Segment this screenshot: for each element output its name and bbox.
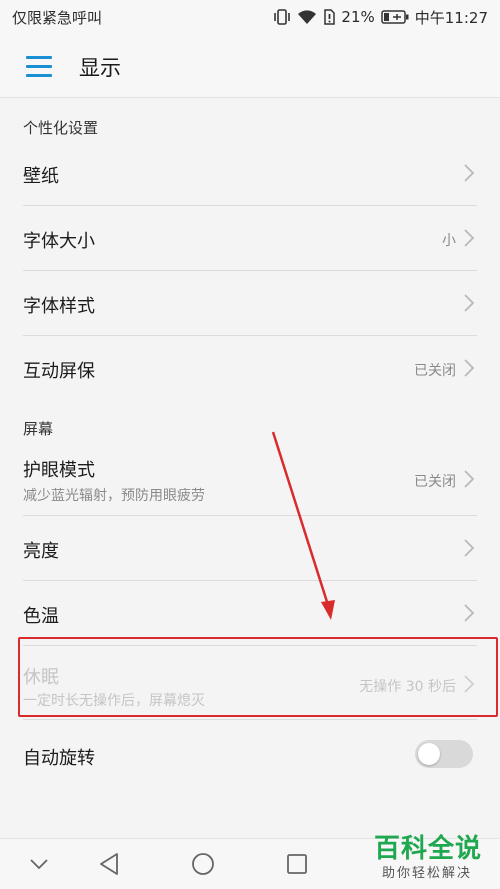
back-icon[interactable] bbox=[98, 852, 120, 876]
chevron-right-icon bbox=[464, 539, 475, 557]
page-title: 显示 bbox=[79, 56, 121, 80]
section-header-screen: 屏幕 bbox=[23, 420, 54, 438]
chevron-down-icon[interactable] bbox=[29, 858, 49, 870]
carrier-label: 仅限紧急呼叫 bbox=[12, 8, 103, 27]
recents-icon[interactable] bbox=[286, 853, 308, 875]
chevron-right-icon bbox=[464, 229, 475, 247]
brightness-title: 亮度 bbox=[23, 541, 59, 562]
battery-percent: 21% bbox=[341, 8, 375, 26]
wallpaper-title: 壁纸 bbox=[23, 166, 59, 187]
font-size-value: 小 bbox=[442, 233, 456, 249]
chevron-right-icon bbox=[464, 470, 475, 488]
menu-icon[interactable] bbox=[26, 56, 52, 78]
watermark-tagline: 助你轻松解决 bbox=[382, 866, 473, 881]
brightness-item[interactable]: 亮度 bbox=[0, 516, 500, 580]
chevron-right-icon bbox=[464, 294, 475, 312]
watermark-logo: 百科全说 bbox=[374, 834, 483, 864]
wallpaper-item[interactable]: 壁纸 bbox=[0, 141, 500, 205]
screensaver-value: 已关闭 bbox=[414, 363, 456, 379]
app-bar: 显示 bbox=[0, 34, 500, 98]
eye-comfort-subtitle: 减少蓝光辐射，预防用眼疲劳 bbox=[23, 488, 205, 504]
screensaver-item[interactable]: 互动屏保 已关闭 bbox=[0, 336, 500, 400]
auto-rotate-item[interactable]: 自动旋转 bbox=[0, 720, 500, 786]
auto-rotate-title: 自动旋转 bbox=[23, 748, 95, 769]
status-bar: 仅限紧急呼叫 21% 中午11:27 bbox=[0, 0, 500, 34]
vibrate-icon bbox=[273, 9, 291, 25]
font-style-item[interactable]: 字体样式 bbox=[0, 271, 500, 335]
font-style-title: 字体样式 bbox=[23, 296, 95, 317]
auto-rotate-toggle[interactable] bbox=[415, 740, 473, 768]
screensaver-title: 互动屏保 bbox=[23, 361, 95, 382]
eye-comfort-item[interactable]: 护眼模式 减少蓝光辐射，预防用眼疲劳 已关闭 bbox=[0, 443, 500, 515]
font-size-title: 字体大小 bbox=[23, 231, 95, 252]
color-temp-item[interactable]: 色温 bbox=[0, 581, 500, 645]
status-icons: 21% 中午11:27 bbox=[273, 7, 488, 28]
color-temp-title: 色温 bbox=[23, 606, 59, 627]
clock: 中午11:27 bbox=[414, 8, 488, 27]
section-header-personalization: 个性化设置 bbox=[23, 119, 99, 137]
home-icon[interactable] bbox=[191, 852, 215, 876]
eye-comfort-title: 护眼模式 bbox=[23, 460, 95, 481]
toggle-knob bbox=[418, 743, 440, 765]
wifi-icon bbox=[297, 9, 317, 25]
battery-icon bbox=[381, 10, 409, 24]
sim-alert-icon bbox=[323, 9, 336, 25]
eye-comfort-value: 已关闭 bbox=[414, 474, 456, 490]
chevron-right-icon bbox=[464, 359, 475, 377]
chevron-right-icon bbox=[464, 604, 475, 622]
chevron-right-icon bbox=[464, 164, 475, 182]
highlight-box bbox=[18, 637, 498, 717]
font-size-item[interactable]: 字体大小 小 bbox=[0, 206, 500, 270]
